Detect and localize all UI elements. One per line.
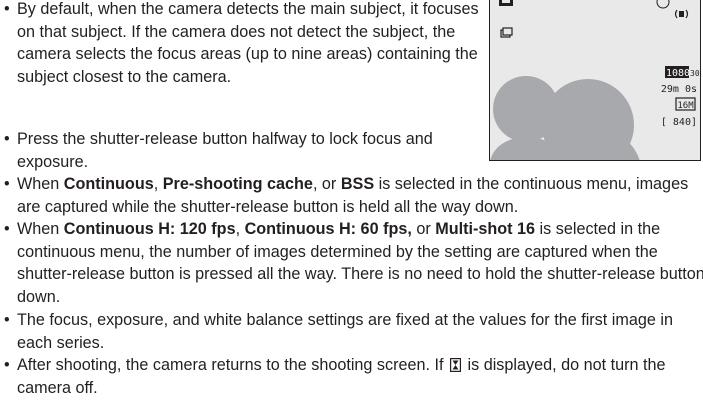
menu-option-name: Continuous H: 60 fps, bbox=[244, 220, 412, 238]
movie-mode-text: 1080 bbox=[666, 68, 690, 79]
subject-silhouettes bbox=[490, 76, 640, 160]
menu-option-name: Continuous H: 120 fps bbox=[63, 220, 236, 238]
exposures-remaining-text: [ 840] bbox=[661, 117, 697, 128]
vibration-reduction-icon bbox=[674, 9, 689, 19]
continuous-mode-icon bbox=[500, 27, 513, 38]
menu-option-name: Continuous bbox=[63, 175, 154, 193]
movie-fps-text: 30 bbox=[690, 69, 700, 78]
menu-option-name: Pre-shooting cache bbox=[162, 175, 313, 193]
af-area-icon bbox=[656, 0, 670, 9]
list-item: • When Continuous H: 120 fps, Continuous … bbox=[4, 220, 703, 306]
list-item: • The focus, exposure, and white balance … bbox=[4, 311, 673, 352]
camera-monitor-illustration: 1080 30 29m 0s 16M [ 840] bbox=[489, 0, 701, 161]
list-item: • Press the shutter-release button halfwa… bbox=[4, 130, 433, 171]
shooting-mode-icon bbox=[499, 0, 513, 6]
menu-option-name: BSS bbox=[340, 175, 375, 193]
list-item: • After shooting, the camera returns to t… bbox=[4, 356, 666, 397]
manual-page: • By default, when the camera detects the… bbox=[0, 0, 703, 420]
menu-option-name: Multi-shot 16 bbox=[435, 220, 536, 238]
hourglass-icon bbox=[450, 358, 462, 373]
list-item: • By default, when the camera detects the… bbox=[4, 0, 479, 86]
image-size-text: 16M bbox=[677, 101, 694, 111]
time-remaining-text: 29m 0s bbox=[661, 84, 697, 95]
list-item: • When Continuous, Pre-shooting cache, or… bbox=[4, 175, 689, 216]
